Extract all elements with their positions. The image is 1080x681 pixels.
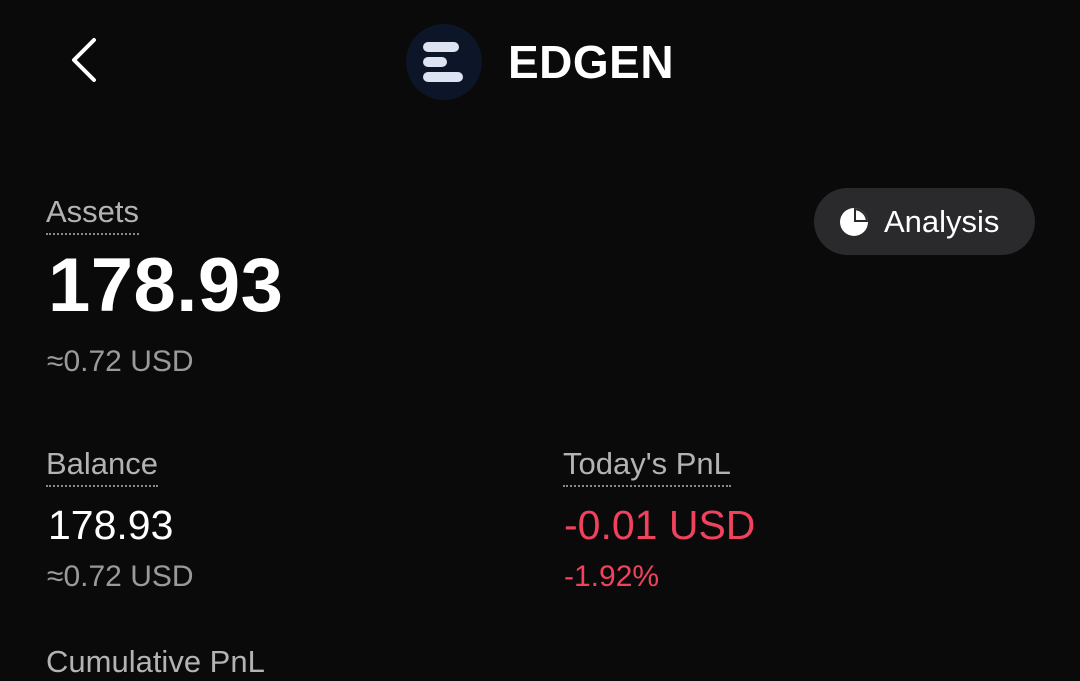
assets-usd-value: ≈0.72 USD [47, 345, 194, 378]
todays-pnl-value: -0.01 USD [564, 502, 756, 548]
balance-usd-value: ≈0.72 USD [47, 560, 194, 593]
analysis-label: Analysis [884, 203, 1000, 239]
todays-pnl-percent: -1.92% [564, 560, 660, 593]
assets-label[interactable]: Assets [46, 193, 140, 235]
assets-value: 178.93 [48, 243, 284, 328]
balance-value: 178.93 [48, 502, 174, 548]
analysis-button[interactable]: Analysis [814, 188, 1035, 255]
back-button[interactable] [56, 30, 112, 90]
todays-pnl-label[interactable]: Today's PnL [563, 445, 731, 487]
header: EDGEN [0, 0, 1080, 125]
cumulative-pnl-label[interactable]: Cumulative PnL [46, 643, 265, 681]
edgen-logo-icon [406, 24, 482, 100]
token-name: EDGEN [508, 36, 675, 88]
balance-label[interactable]: Balance [46, 445, 159, 487]
chevron-left-icon [72, 38, 96, 82]
pie-chart-icon [838, 206, 870, 238]
